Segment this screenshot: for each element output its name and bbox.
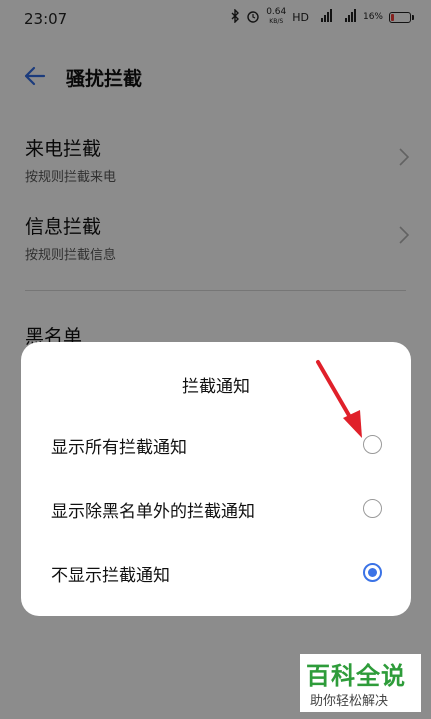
option-label: 显示所有拦截通知 [51, 438, 187, 458]
radio-selected-icon[interactable] [363, 563, 382, 582]
watermark-sub: 助你轻松解决 [310, 694, 389, 709]
watermark: 百科全说 助你轻松解决 [300, 654, 421, 712]
option-label: 显示除黑名单外的拦截通知 [51, 502, 255, 522]
option-hide-all[interactable]: 不显示拦截通知 [21, 542, 411, 604]
annotation-arrow-icon [316, 360, 362, 438]
option-show-except-blacklist[interactable]: 显示除黑名单外的拦截通知 [21, 478, 411, 540]
watermark-main: 百科全说 [306, 662, 406, 690]
radio-unselected-icon[interactable] [363, 499, 382, 518]
option-label: 不显示拦截通知 [51, 566, 170, 586]
